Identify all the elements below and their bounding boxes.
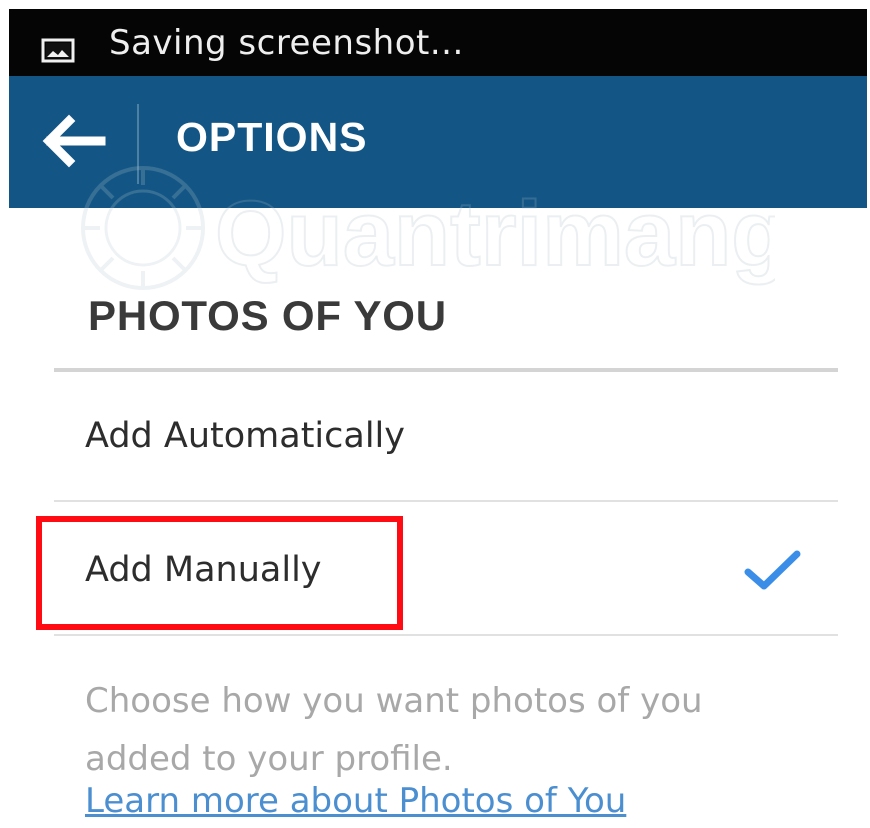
- status-bar: Saving screenshot...: [9, 9, 867, 76]
- image-icon: [41, 38, 75, 63]
- checkmark-icon: [744, 550, 801, 590]
- back-button[interactable]: [37, 106, 109, 176]
- option-label: Add Automatically: [85, 416, 405, 456]
- help-text: Choose how you want photos of you added …: [85, 681, 703, 779]
- action-bar: OPTIONS: [9, 76, 867, 208]
- option-add-automatically[interactable]: Add Automatically: [54, 372, 838, 502]
- action-bar-divider: [137, 104, 139, 184]
- learn-more-link[interactable]: Learn more about Photos of You: [85, 781, 626, 821]
- status-notification-text: Saving screenshot...: [109, 23, 464, 63]
- page-title: OPTIONS: [176, 114, 368, 160]
- option-add-manually[interactable]: Add Manually: [54, 506, 838, 636]
- row-divider: [54, 634, 838, 636]
- option-label: Add Manually: [85, 550, 322, 590]
- section-title: PHOTOS OF YOU: [88, 292, 447, 339]
- arrow-left-icon: [42, 114, 106, 168]
- row-divider: [54, 500, 838, 502]
